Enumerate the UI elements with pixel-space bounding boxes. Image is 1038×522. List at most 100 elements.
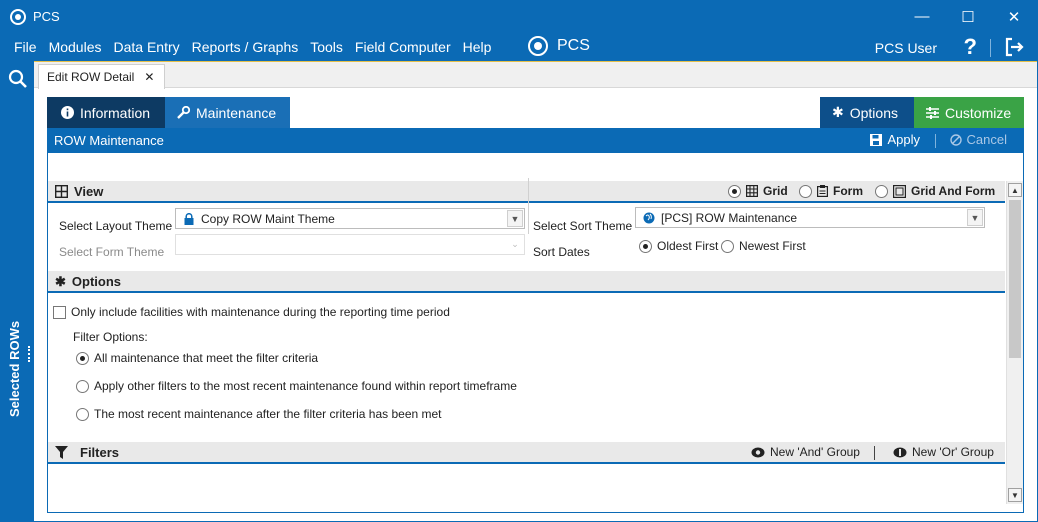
section-title: ROW Maintenance <box>54 133 164 148</box>
sort-oldest-first-radio[interactable] <box>639 239 652 253</box>
filter-choice-most-recent-radio[interactable] <box>76 407 89 421</box>
sidebar-grip-handle[interactable] <box>28 346 31 362</box>
document-tab-strip: Edit ROW Detail ✕ <box>34 61 1037 89</box>
view-header-label: View <box>74 183 104 199</box>
select-sort-theme-label: Select Sort Theme <box>533 219 633 233</box>
scroll-up-icon[interactable]: ▲ <box>1008 183 1022 197</box>
new-or-group-button[interactable]: New 'Or' Group <box>893 445 994 459</box>
filter-choice-all-label: All maintenance that meet the filter cri… <box>94 351 319 365</box>
grid-form-icon <box>893 184 906 198</box>
scrollbar-thumb[interactable] <box>1009 200 1021 358</box>
sort-theme-select[interactable]: [PCS] ROW Maintenance ▼ <box>635 207 985 228</box>
menu-help[interactable]: Help <box>457 39 498 55</box>
tab-information[interactable]: Information <box>47 97 165 128</box>
doc-tab-label: Edit ROW Detail <box>47 70 135 84</box>
table-icon <box>746 185 758 197</box>
menu-divider <box>990 39 991 57</box>
only-include-checkbox[interactable] <box>53 305 66 319</box>
view-mode-grid-and-form-radio[interactable] <box>875 184 888 198</box>
tab-maintenance[interactable]: Maintenance <box>165 97 290 128</box>
sort-newest-first-label: Newest First <box>739 239 806 253</box>
filters-section-header: Filters New 'And' Group New 'Or' Group <box>48 442 1005 464</box>
or-group-icon <box>893 447 907 457</box>
and-group-icon <box>751 447 765 457</box>
doc-tab-edit-row-detail[interactable]: Edit ROW Detail ✕ <box>38 64 166 89</box>
filter-choice-most-recent[interactable]: The most recent maintenance after the fi… <box>76 407 442 421</box>
user-name[interactable]: PCS User <box>875 40 937 56</box>
chevron-down-icon: ⌄ <box>511 239 519 249</box>
layout-theme-select[interactable]: Copy ROW Maint Theme ▼ <box>175 208 525 229</box>
window-title: PCS <box>33 9 60 24</box>
sort-newest-first[interactable]: Newest First <box>721 239 806 253</box>
tab-customize[interactable]: Customize <box>914 97 1024 128</box>
brand: PCS <box>528 36 590 56</box>
chevron-down-icon[interactable]: ▼ <box>507 210 523 227</box>
filter-action-divider <box>874 446 875 460</box>
section-title-bar: ROW Maintenance Apply Cancel <box>47 128 1024 153</box>
app-window: PCS — ☐ ✕ File Modules Data Entry Report… <box>0 0 1038 522</box>
scroll-down-icon[interactable]: ▼ <box>1008 488 1022 502</box>
sort-theme-value: [PCS] ROW Maintenance <box>661 210 798 225</box>
view-mode-grid-radio[interactable] <box>728 184 741 198</box>
filter-choice-apply-other-radio[interactable] <box>76 379 89 393</box>
save-icon <box>870 133 883 146</box>
logout-icon[interactable] <box>1003 36 1025 58</box>
cancel-label: Cancel <box>966 132 1007 147</box>
action-divider <box>935 134 936 148</box>
maximize-button[interactable]: ☐ <box>945 1 991 32</box>
title-bar: PCS — ☐ ✕ <box>1 1 1037 32</box>
menu-modules[interactable]: Modules <box>43 39 108 55</box>
select-layout-theme-label: Select Layout Theme <box>59 219 173 233</box>
selected-rows-label[interactable]: Selected ROWs <box>7 321 22 417</box>
new-and-group-button[interactable]: New 'And' Group <box>751 445 860 459</box>
app-logo-icon <box>10 8 26 25</box>
close-tab-icon[interactable]: ✕ <box>144 70 154 84</box>
tab-information-label: Information <box>80 104 151 121</box>
options-section-header: ✱ Options <box>48 271 1005 293</box>
new-and-group-label: New 'And' Group <box>770 445 860 459</box>
close-window-button[interactable]: ✕ <box>991 1 1037 32</box>
layout-theme-value: Copy ROW Maint Theme <box>201 211 335 226</box>
only-include-option[interactable]: Only include facilities with maintenance… <box>53 305 450 319</box>
filter-choice-apply-other-label: Apply other filters to the most recent m… <box>94 379 517 393</box>
tab-options[interactable]: ✱ Options <box>820 97 914 128</box>
filter-choice-all[interactable]: All maintenance that meet the filter cri… <box>76 351 318 365</box>
tab-maintenance-label: Maintenance <box>196 104 277 121</box>
cancel-button[interactable]: Cancel <box>949 132 1007 147</box>
menu-data-entry[interactable]: Data Entry <box>107 39 185 55</box>
clipboard-icon <box>817 185 828 197</box>
filter-options-label: Filter Options: <box>73 330 148 344</box>
menu-tools[interactable]: Tools <box>304 39 349 55</box>
view-column-divider <box>528 178 529 234</box>
maintenance-panel: View Grid Form Grid And Form Select Layo… <box>47 153 1024 513</box>
grid-icon <box>55 184 68 198</box>
minimize-button[interactable]: — <box>899 1 945 32</box>
filter-choice-apply-other[interactable]: Apply other filters to the most recent m… <box>76 379 517 393</box>
filter-choice-all-radio[interactable] <box>76 351 89 365</box>
vertical-scrollbar[interactable]: ▲ ▼ <box>1006 181 1023 504</box>
main-content: Information Maintenance ✱ Options Custom… <box>47 97 1024 513</box>
chevron-down-icon[interactable]: ▼ <box>967 209 983 226</box>
menu-field-computer[interactable]: Field Computer <box>349 39 457 55</box>
menu-reports-graphs[interactable]: Reports / Graphs <box>186 39 305 55</box>
view-mode-form[interactable]: Form <box>799 184 863 198</box>
menu-file[interactable]: File <box>8 39 43 55</box>
view-section-header: View Grid Form Grid And Form <box>48 181 1005 203</box>
filter-icon <box>55 445 68 459</box>
sort-dates-label: Sort Dates <box>533 245 590 259</box>
options-header-label: Options <box>71 273 122 289</box>
apply-button[interactable]: Apply <box>870 132 920 147</box>
sort-oldest-first[interactable]: Oldest First <box>639 239 718 253</box>
sort-newest-first-radio[interactable] <box>721 239 734 253</box>
search-icon[interactable] <box>8 69 28 89</box>
view-mode-form-radio[interactable] <box>799 184 812 198</box>
gear-icon: ✱ <box>55 273 66 289</box>
select-form-theme-label: Select Form Theme <box>59 245 165 259</box>
help-icon[interactable]: ? <box>964 34 977 60</box>
tab-customize-label: Customize <box>945 104 1012 121</box>
apply-label: Apply <box>887 132 920 147</box>
view-mode-grid-and-form[interactable]: Grid And Form <box>875 184 995 198</box>
view-mode-form-label: Form <box>833 184 863 198</box>
filter-choice-most-recent-label: The most recent maintenance after the fi… <box>94 407 442 421</box>
view-mode-grid[interactable]: Grid <box>728 184 788 198</box>
